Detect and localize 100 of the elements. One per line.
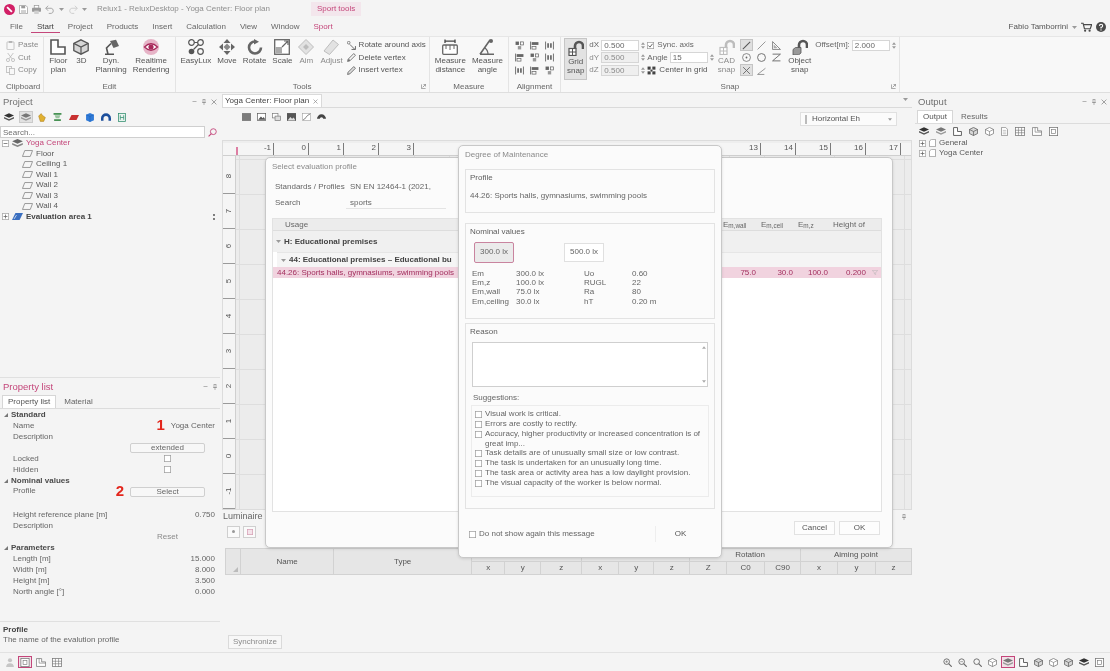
minus-box-icon[interactable] bbox=[2, 139, 9, 147]
checkbox[interactable] bbox=[475, 420, 482, 428]
pin-icon[interactable] bbox=[1092, 98, 1096, 105]
view-button[interactable] bbox=[1017, 656, 1030, 668]
tree-item[interactable]: Evaluation area 1 bbox=[26, 211, 92, 222]
ribbon-button[interactable]: Delete vertex bbox=[346, 51, 426, 64]
caret-down-icon[interactable] bbox=[276, 240, 281, 243]
ribbon-button[interactable]: Measure distance bbox=[432, 38, 468, 80]
option-button[interactable]: 300.0 lx bbox=[474, 241, 514, 263]
checkbox[interactable] bbox=[475, 430, 482, 438]
checkbox[interactable] bbox=[469, 530, 476, 538]
ribbon-toggle-button[interactable] bbox=[528, 51, 541, 64]
checkbox[interactable] bbox=[164, 466, 171, 473]
search-field[interactable]: sports bbox=[346, 197, 446, 209]
landscape-icon[interactable] bbox=[287, 113, 296, 121]
collapse-triangle-icon[interactable] bbox=[4, 478, 8, 483]
ok-button[interactable]: OK bbox=[655, 526, 705, 542]
ribbon-button[interactable]: 3D bbox=[71, 38, 92, 80]
ribbon-button[interactable]: Rotate bbox=[240, 38, 269, 80]
ribbon-toggle-button[interactable] bbox=[528, 39, 541, 52]
cart-icon[interactable] bbox=[1081, 22, 1092, 32]
toolbar-button[interactable] bbox=[917, 125, 931, 137]
ribbon-button[interactable]: Grid snap bbox=[564, 38, 588, 80]
tree-item[interactable]: Wall 1 bbox=[36, 169, 58, 180]
zoom-button[interactable] bbox=[971, 656, 984, 668]
help-icon[interactable] bbox=[1096, 22, 1106, 32]
ribbon-button[interactable]: Dyn. Planning bbox=[93, 38, 129, 80]
ribbon-button[interactable]: Scale bbox=[270, 38, 295, 80]
panel-tab[interactable]: Output bbox=[917, 110, 953, 123]
property-button[interactable]: extended bbox=[130, 442, 205, 453]
plus-box-icon[interactable] bbox=[2, 213, 9, 221]
menu-tab[interactable]: View bbox=[233, 20, 264, 34]
arch-icon[interactable] bbox=[317, 113, 326, 119]
option-button[interactable]: 500.0 lx bbox=[564, 242, 604, 262]
input-field[interactable]: 2.000 bbox=[851, 39, 890, 51]
search-icon[interactable] bbox=[208, 127, 217, 137]
minimize-icon[interactable] bbox=[1082, 101, 1087, 102]
ribbon-button[interactable]: Move bbox=[215, 38, 239, 80]
checkbox[interactable] bbox=[647, 41, 655, 49]
ribbon-button[interactable]: Object snap bbox=[786, 38, 814, 80]
picture-icon[interactable] bbox=[257, 113, 266, 121]
input-field[interactable]: 0.500 bbox=[601, 39, 640, 51]
user-name[interactable]: Fabio Tamborrini bbox=[1008, 22, 1068, 32]
ribbon-toggle-button[interactable] bbox=[513, 64, 526, 77]
toolbar-button[interactable] bbox=[99, 111, 113, 123]
menu-tab[interactable]: Project bbox=[61, 20, 99, 34]
ribbon-button[interactable]: Measure angle bbox=[469, 38, 505, 80]
collapse-triangle-icon[interactable] bbox=[4, 545, 8, 550]
caret-down-icon[interactable] bbox=[59, 7, 64, 11]
ribbon-toggle-button[interactable] bbox=[513, 51, 526, 64]
ribbon-toggle-button[interactable] bbox=[770, 39, 784, 52]
dialog-launcher-icon[interactable] bbox=[890, 84, 896, 89]
plus-box-icon[interactable] bbox=[919, 139, 926, 147]
pin-icon[interactable] bbox=[902, 513, 906, 520]
tree-item[interactable]: General bbox=[939, 138, 968, 148]
toolbar-button[interactable] bbox=[951, 125, 964, 137]
ribbon-toggle-button[interactable] bbox=[770, 51, 784, 64]
caret-down-icon[interactable] bbox=[903, 98, 908, 101]
view-button[interactable] bbox=[1077, 656, 1091, 668]
panel-tab[interactable]: Results bbox=[955, 110, 994, 123]
curve-icon[interactable] bbox=[302, 113, 311, 121]
minimize-icon[interactable] bbox=[192, 101, 197, 102]
dialog-button[interactable]: OK bbox=[839, 521, 880, 535]
checkbox[interactable] bbox=[164, 455, 171, 462]
ribbon-toggle-button[interactable] bbox=[543, 39, 556, 52]
tree-item[interactable]: Wall 4 bbox=[36, 201, 58, 212]
overlapping-frames-icon[interactable] bbox=[272, 113, 281, 121]
ribbon-toggle-button[interactable] bbox=[740, 39, 754, 52]
document-tab[interactable]: Yoga Center: Floor plan bbox=[222, 94, 323, 107]
menu-tab[interactable]: Window bbox=[265, 20, 306, 34]
spinner-arrows-icon[interactable] bbox=[891, 41, 896, 49]
pin-icon[interactable] bbox=[213, 383, 217, 390]
plus-box-icon[interactable] bbox=[919, 149, 926, 157]
tree-item[interactable]: Wall 3 bbox=[36, 190, 58, 201]
tree-item[interactable]: Yoga Center bbox=[26, 138, 71, 149]
tree-item[interactable]: Yoga Center bbox=[939, 148, 984, 158]
resize-grip-icon[interactable] bbox=[233, 567, 239, 572]
close-icon[interactable] bbox=[1101, 98, 1107, 105]
tree-item[interactable]: Floor bbox=[36, 148, 55, 159]
spinner-arrows-icon[interactable] bbox=[641, 54, 646, 62]
ribbon-toggle-button[interactable] bbox=[543, 51, 556, 64]
panel-tab[interactable]: Property list bbox=[2, 395, 57, 408]
property-button[interactable]: Select bbox=[130, 486, 205, 497]
checkbox[interactable] bbox=[475, 410, 482, 418]
menu-tab[interactable]: File bbox=[4, 20, 29, 34]
dialog-launcher-icon[interactable] bbox=[420, 84, 426, 89]
caret-down-icon[interactable] bbox=[82, 7, 87, 11]
view-mode-dropdown[interactable]: Horizontal Eh bbox=[800, 112, 897, 126]
caret-down-icon[interactable] bbox=[1072, 25, 1077, 29]
spinner-arrows-icon[interactable] bbox=[709, 54, 714, 62]
menu-tab[interactable]: Sport bbox=[307, 20, 339, 34]
ribbon-button[interactable]: Insert vertex bbox=[346, 64, 426, 77]
checkbox[interactable] bbox=[475, 449, 482, 457]
toolbar-button[interactable] bbox=[2, 111, 16, 123]
tree-item[interactable]: Ceiling 1 bbox=[36, 159, 68, 170]
checkbox[interactable] bbox=[475, 469, 482, 477]
zoom-button[interactable] bbox=[956, 656, 969, 668]
ribbon-toggle-button[interactable] bbox=[543, 64, 556, 77]
ribbon-button[interactable]: Realtime Rendering bbox=[130, 38, 172, 80]
spinner-arrows-icon[interactable] bbox=[641, 41, 646, 49]
